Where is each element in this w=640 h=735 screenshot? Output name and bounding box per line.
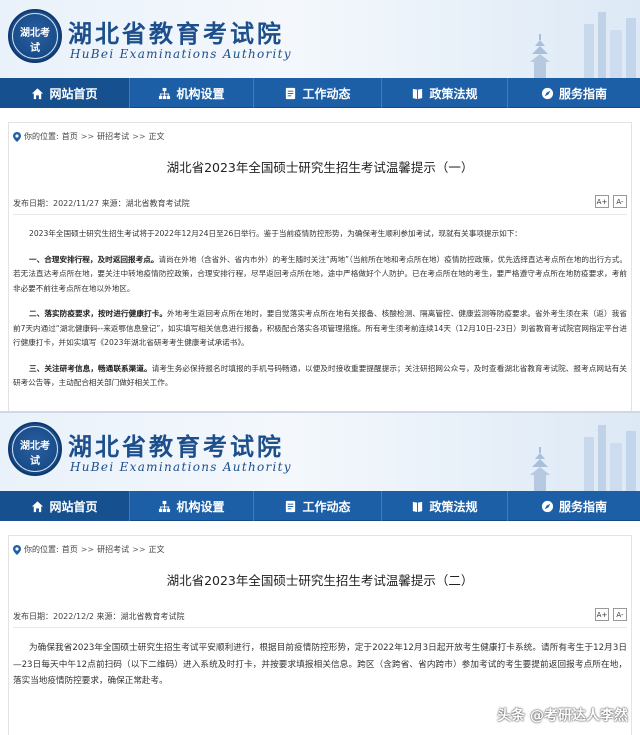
breadcrumb-prefix: 你的位置:: [24, 132, 59, 141]
compass-icon: [541, 500, 554, 512]
publish-info: 发布日期：2022/12/2 来源：湖北省教育考试院: [13, 612, 185, 621]
org-chart-icon: [159, 500, 171, 512]
site-banner: 湖北考试 湖北省教育考试院 HuBei Examinations Authori…: [0, 0, 640, 78]
nav-service-guide-label: 服务指南: [558, 499, 607, 514]
article-intro: 2023年全国硕士研究生招生考试将于2022年12月24日至26日举行。鉴于当前…: [29, 229, 522, 238]
nav-service-guide-label: 服务指南: [558, 86, 607, 101]
nav-policy[interactable]: 政策法规: [382, 491, 508, 521]
nav-service-guide[interactable]: 服务指南: [508, 491, 640, 521]
nav-home[interactable]: 网站首页: [0, 78, 130, 108]
article-body: 为确保我省2023年全国硕士研究生招生考试平安顺利进行，根据目前疫情防控形势，定…: [13, 640, 627, 701]
nav-policy[interactable]: 政策法规: [382, 78, 508, 108]
breadcrumb: 你的位置: 首页 >> 研招考试 >> 正文: [13, 131, 165, 142]
breadcrumb-separator: >>: [132, 545, 146, 554]
breadcrumb-separator: >>: [80, 132, 95, 141]
org-chart-icon: [159, 87, 171, 99]
breadcrumb-separator: >>: [132, 132, 146, 141]
article-meta: 发布日期：2022/12/2 来源：湖北省教育考试院 A+ A-: [13, 608, 627, 628]
main-nav: 网站首页 机构设置 工作动态 政策法规 服务指南: [0, 78, 640, 108]
paragraph-heading: 一、合理安排行程，及时返回报考点。: [29, 254, 159, 264]
paragraph-heading: 二、落实防疫要求，按时进行健康打卡。: [29, 309, 168, 318]
article-paragraph: 三、关注研考信息，畅通联系渠道。请考生务必保持报名时填报的手机号码畅通，以便及时…: [13, 362, 627, 391]
article-paragraph: 一、合理安排行程，及时返回报考点。请尚在外地（含省外、省内市外）的考生随时关注“…: [13, 253, 627, 297]
nav-organization[interactable]: 机构设置: [130, 491, 254, 521]
site-title: 湖北省教育考试院: [68, 432, 284, 461]
article-container: 你的位置: 首页 >> 研招考试 >> 正文 湖北省2023年全国硕士研究生招生…: [8, 122, 632, 411]
main-nav: 网站首页 机构设置 工作动态 政策法规 服务指南: [0, 491, 640, 521]
nav-home-label: 网站首页: [49, 86, 98, 101]
breadcrumb-current: 正文: [148, 545, 165, 554]
compass-icon: [541, 87, 554, 99]
font-decrease-button[interactable]: A-: [613, 195, 627, 208]
home-icon: [32, 500, 44, 512]
article-title: 湖北省2023年全国硕士研究生招生考试温馨提示（二）: [166, 573, 474, 588]
nav-news-label: 工作动态: [302, 86, 351, 101]
breadcrumb-separator: >>: [80, 545, 95, 554]
breadcrumb-prefix: 你的位置:: [24, 545, 59, 554]
home-icon: [32, 87, 44, 99]
document-icon: [286, 87, 296, 99]
nav-organization-label: 机构设置: [176, 86, 225, 101]
font-size-controls: A+ A-: [595, 608, 627, 621]
breadcrumb-home[interactable]: 首页: [62, 131, 78, 142]
article-paragraph: 二、落实防疫要求，按时进行健康打卡。外地考生返回考点所在地时，要自觉落实考点所在…: [13, 307, 627, 351]
site-subtitle: HuBei Examinations Authority: [70, 47, 292, 61]
breadcrumb-home[interactable]: 首页: [62, 544, 78, 555]
nav-service-guide[interactable]: 服务指南: [508, 78, 640, 108]
nav-organization-label: 机构设置: [176, 499, 225, 514]
article-body: 2023年全国硕士研究生招生考试将于2022年12月24日至26日举行。鉴于当前…: [13, 227, 627, 402]
breadcrumb: 你的位置: 首页 >> 研招考试 >> 正文: [13, 544, 165, 555]
location-pin-icon: [13, 131, 21, 142]
watermark: 头条 @考研达人李然: [497, 708, 628, 724]
skyline-decoration: [530, 12, 636, 78]
document-icon: [286, 500, 296, 512]
breadcrumb-category[interactable]: 研招考试: [97, 131, 129, 142]
location-pin-icon: [13, 544, 21, 555]
nav-policy-label: 政策法规: [429, 499, 478, 514]
article-title: 湖北省2023年全国硕士研究生招生考试温馨提示（一）: [166, 160, 474, 175]
paragraph-heading: 三、关注研考信息，畅通联系渠道。: [29, 363, 152, 373]
logo-text: 湖北考试: [20, 28, 50, 54]
screenshot-panel-1: 湖北考试 湖北省教育考试院 HuBei Examinations Authori…: [0, 0, 640, 411]
nav-organization[interactable]: 机构设置: [130, 78, 254, 108]
nav-news[interactable]: 工作动态: [254, 78, 382, 108]
nav-news[interactable]: 工作动态: [254, 491, 382, 521]
font-increase-button[interactable]: A+: [595, 608, 609, 621]
site-subtitle: HuBei Examinations Authority: [70, 460, 292, 474]
book-icon: [413, 88, 423, 99]
breadcrumb-category[interactable]: 研招考试: [97, 544, 129, 555]
screenshot-panel-2: 湖北考试 湖北省教育考试院 HuBei Examinations Authori…: [0, 411, 640, 735]
font-decrease-button[interactable]: A-: [613, 608, 627, 621]
breadcrumb-current: 正文: [148, 132, 165, 141]
skyline-decoration: [530, 425, 636, 491]
article-meta: 发布日期：2022/11/27 来源：湖北省教育考试院 A+ A-: [13, 195, 627, 215]
font-size-controls: A+ A-: [595, 195, 627, 208]
logo-text: 湖北考试: [20, 441, 50, 467]
site-banner: 湖北考试 湖北省教育考试院 HuBei Examinations Authori…: [0, 413, 640, 491]
font-increase-button[interactable]: A+: [595, 195, 609, 208]
article-paragraph: 为确保我省2023年全国硕士研究生招生考试平安顺利进行，根据目前疫情防控形势，定…: [13, 643, 627, 686]
site-title: 湖北省教育考试院: [68, 19, 284, 48]
book-icon: [413, 501, 423, 512]
publish-info: 发布日期：2022/11/27 来源：湖北省教育考试院: [13, 199, 190, 208]
nav-policy-label: 政策法规: [429, 86, 478, 101]
nav-home-label: 网站首页: [49, 499, 98, 514]
nav-news-label: 工作动态: [302, 499, 351, 514]
nav-home[interactable]: 网站首页: [0, 491, 130, 521]
